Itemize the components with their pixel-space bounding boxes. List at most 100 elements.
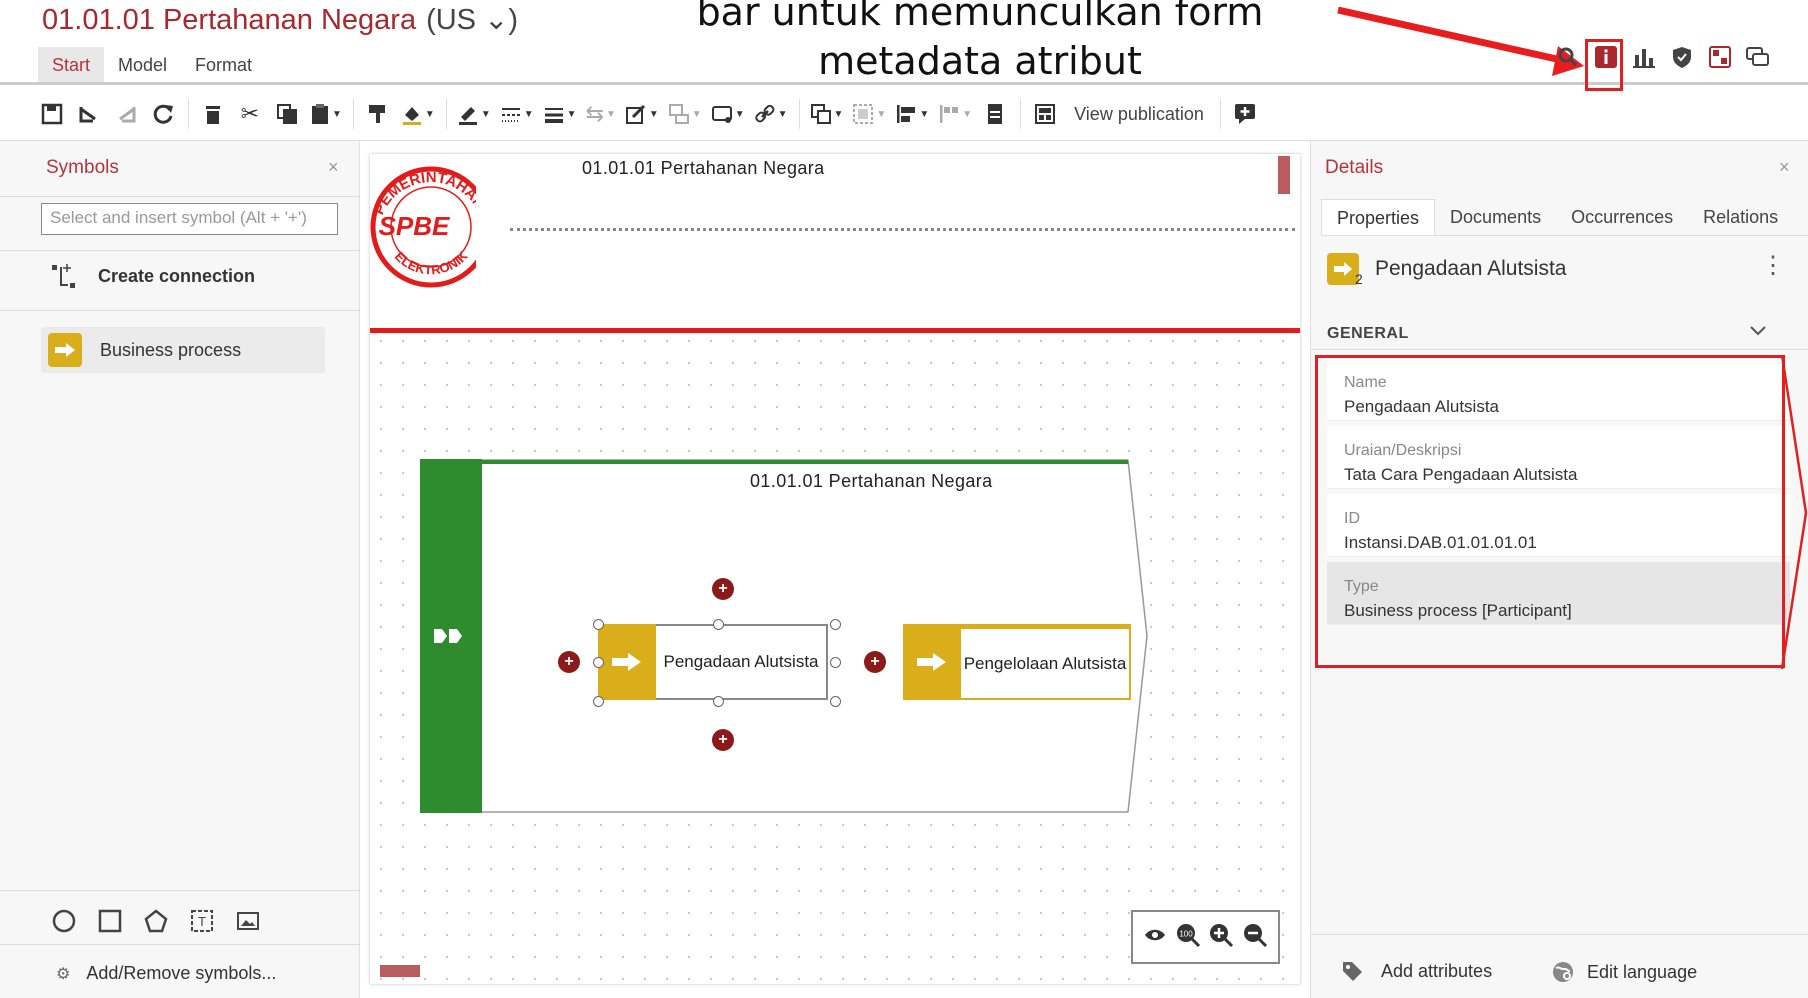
- object-header: 2 Pengadaan Alutsista: [1327, 253, 1567, 287]
- section-general[interactable]: GENERAL: [1327, 325, 1409, 343]
- align-icon[interactable]: ▼: [895, 99, 929, 129]
- panel-divider: [0, 310, 359, 311]
- tab-occurrences[interactable]: Occurrences: [1556, 199, 1688, 236]
- add-comment-icon[interactable]: [1231, 99, 1259, 129]
- chart-icon[interactable]: [1631, 44, 1657, 70]
- format-painter-icon[interactable]: [364, 99, 392, 129]
- zoom-in-icon[interactable]: [1208, 922, 1234, 953]
- symbols-panel: Symbols × Select and insert symbol (Alt …: [0, 141, 360, 998]
- distribute-icon[interactable]: ▼: [938, 99, 972, 129]
- more-options-icon[interactable]: ⋮: [1761, 251, 1785, 280]
- circle-shape-icon[interactable]: [52, 909, 76, 938]
- tab-documents[interactable]: Documents: [1435, 199, 1556, 236]
- search-icon[interactable]: [1555, 44, 1581, 70]
- shape-style-icon[interactable]: ▼: [711, 99, 745, 129]
- symbol-item-business-process[interactable]: Business process: [41, 327, 325, 373]
- process-arrow-icon: [598, 624, 656, 700]
- arrange-icon[interactable]: ▼: [810, 99, 843, 129]
- resize-handle[interactable]: [593, 657, 604, 668]
- text-box-icon[interactable]: T: [190, 909, 214, 938]
- main-toolbar: ✂ ▼ ▼ ▼ ▼ ▼ ⇆ ▼ ▼ ▼ ▼ ▼ ▼ ▼ ▼ ▼ View publ…: [0, 92, 1808, 136]
- edit-shape-icon[interactable]: ▼: [625, 99, 659, 129]
- edit-language-label: Edit language: [1587, 961, 1698, 982]
- arrow-style-icon[interactable]: ⇆ ▼: [586, 99, 616, 129]
- rectangle-shape-icon[interactable]: [98, 909, 122, 938]
- add-attributes-button[interactable]: Add attributes: [1341, 960, 1492, 982]
- header-dotted-line: [510, 228, 1295, 231]
- create-connection-label: Create connection: [98, 265, 256, 286]
- zoom-100-icon[interactable]: 100: [1175, 922, 1201, 953]
- undo-icon[interactable]: [75, 99, 103, 129]
- image-icon[interactable]: [236, 909, 260, 938]
- symbol-search-input[interactable]: Select and insert symbol (Alt + '+'): [41, 203, 338, 235]
- cut-icon[interactable]: ✂: [236, 99, 264, 129]
- resize-handle[interactable]: [593, 619, 604, 630]
- eye-icon[interactable]: [1143, 926, 1167, 949]
- annotation-callout: [1780, 354, 1808, 670]
- add-above-icon[interactable]: +: [712, 578, 734, 600]
- group-icon[interactable]: ▼: [852, 99, 886, 129]
- add-remove-symbols-button[interactable]: ⚙ Add/Remove symbols...: [56, 963, 276, 984]
- create-connection-button[interactable]: Create connection: [50, 261, 255, 291]
- properties-highlight-box: [1315, 355, 1785, 668]
- panel-divider: [0, 196, 359, 197]
- tab-format[interactable]: Format: [181, 47, 266, 83]
- svg-text:T: T: [198, 914, 206, 929]
- tab-properties[interactable]: Properties: [1321, 199, 1436, 236]
- tab-divider: [0, 82, 1808, 85]
- language-selector[interactable]: (US ⌄): [426, 4, 518, 36]
- pool-title: 01.01.01 Pertahanan Negara: [750, 471, 993, 491]
- link-icon[interactable]: ▼: [754, 99, 788, 129]
- resize-handle[interactable]: [713, 696, 724, 707]
- copy-icon[interactable]: [273, 99, 301, 129]
- edit-language-button[interactable]: Edit language: [1551, 960, 1697, 984]
- resize-handle[interactable]: [830, 619, 841, 630]
- resize-handle[interactable]: [830, 696, 841, 707]
- translate-icon[interactable]: [1707, 44, 1733, 70]
- shield-icon[interactable]: [1669, 44, 1695, 70]
- tab-relations[interactable]: Relations: [1688, 199, 1793, 236]
- line-weight-icon[interactable]: ▼: [543, 99, 577, 129]
- object-name: Pengadaan Alutsista: [1375, 257, 1567, 280]
- redo-icon[interactable]: [112, 99, 140, 129]
- line-style-icon[interactable]: ▼: [500, 99, 534, 129]
- model-canvas[interactable]: PEMERINTAHAN ELEKTRONIK SPBE 01.01.01 Pe…: [370, 154, 1300, 984]
- line-color-icon[interactable]: ▼: [457, 99, 491, 129]
- paste-icon[interactable]: ▼: [310, 99, 342, 129]
- shape-swap-icon[interactable]: ▼: [668, 99, 702, 129]
- process-label: Pengelolaan Alutsista: [961, 624, 1131, 700]
- horizontal-scroll-marker[interactable]: [380, 965, 420, 977]
- zoom-out-icon[interactable]: [1242, 922, 1268, 953]
- resize-handle[interactable]: [830, 657, 841, 668]
- pentagon-shape-icon[interactable]: [144, 909, 168, 938]
- process-arrow-icon: [903, 624, 961, 700]
- add-attributes-label: Add attributes: [1381, 960, 1493, 981]
- add-left-icon[interactable]: +: [558, 651, 580, 673]
- gear-icon: ⚙: [56, 965, 71, 983]
- vertical-scroll-marker[interactable]: [1278, 156, 1290, 194]
- process-pengelolaan-alutsista[interactable]: Pengelolaan Alutsista: [903, 624, 1131, 700]
- globe-icon: [1553, 962, 1573, 982]
- comments-icon[interactable]: [1745, 44, 1771, 70]
- refresh-icon[interactable]: [149, 99, 177, 129]
- publication-icon[interactable]: [1031, 99, 1059, 129]
- tabs-divider: [1321, 235, 1808, 236]
- fill-color-icon[interactable]: ▼: [401, 99, 435, 129]
- tab-start[interactable]: Start: [38, 47, 105, 83]
- resize-handle[interactable]: [593, 696, 604, 707]
- save-icon[interactable]: [38, 99, 66, 129]
- page-layout-icon[interactable]: [981, 99, 1009, 129]
- view-publication-button[interactable]: View publication: [1074, 104, 1204, 125]
- close-icon[interactable]: ×: [1779, 157, 1790, 178]
- close-icon[interactable]: ×: [328, 157, 339, 178]
- add-right-icon[interactable]: +: [864, 651, 886, 673]
- ribbon-tabs: Start Model Format: [38, 47, 266, 83]
- document-title-text: 01.01.01 Pertahanan Negara: [42, 4, 417, 36]
- delete-icon[interactable]: [199, 99, 227, 129]
- business-process-icon: [48, 333, 82, 367]
- resize-handle[interactable]: [713, 619, 724, 630]
- chevron-down-icon[interactable]: [1749, 321, 1767, 342]
- add-below-icon[interactable]: +: [712, 729, 734, 751]
- process-pengadaan-alutsista[interactable]: Pengadaan Alutsista: [598, 624, 828, 700]
- tab-model[interactable]: Model: [104, 47, 181, 83]
